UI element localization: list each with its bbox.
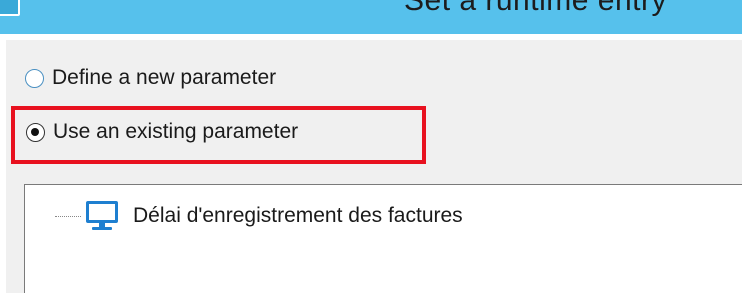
window-left-border <box>0 40 6 293</box>
title-separator <box>0 34 742 40</box>
parameter-tree[interactable]: Délai d'enregistrement des factures <box>24 184 742 293</box>
tree-item[interactable]: Délai d'enregistrement des factures <box>55 199 463 233</box>
monitor-icon <box>86 201 118 230</box>
radio-define-new-parameter[interactable]: Define a new parameter <box>25 66 276 90</box>
radio-button-unchecked[interactable] <box>25 68 44 88</box>
tree-item-label: Délai d'enregistrement des factures <box>133 204 463 227</box>
window-icon <box>0 0 20 16</box>
red-highlight-annotation <box>11 106 426 164</box>
title-bar: Set a runtime entry <box>0 0 742 34</box>
radio-label-define-new: Define a new parameter <box>52 66 277 89</box>
window-title: Set a runtime entry <box>404 0 667 17</box>
dialog-window: Set a runtime entry Define a new paramet… <box>0 0 742 293</box>
tree-connector-line <box>55 215 81 217</box>
